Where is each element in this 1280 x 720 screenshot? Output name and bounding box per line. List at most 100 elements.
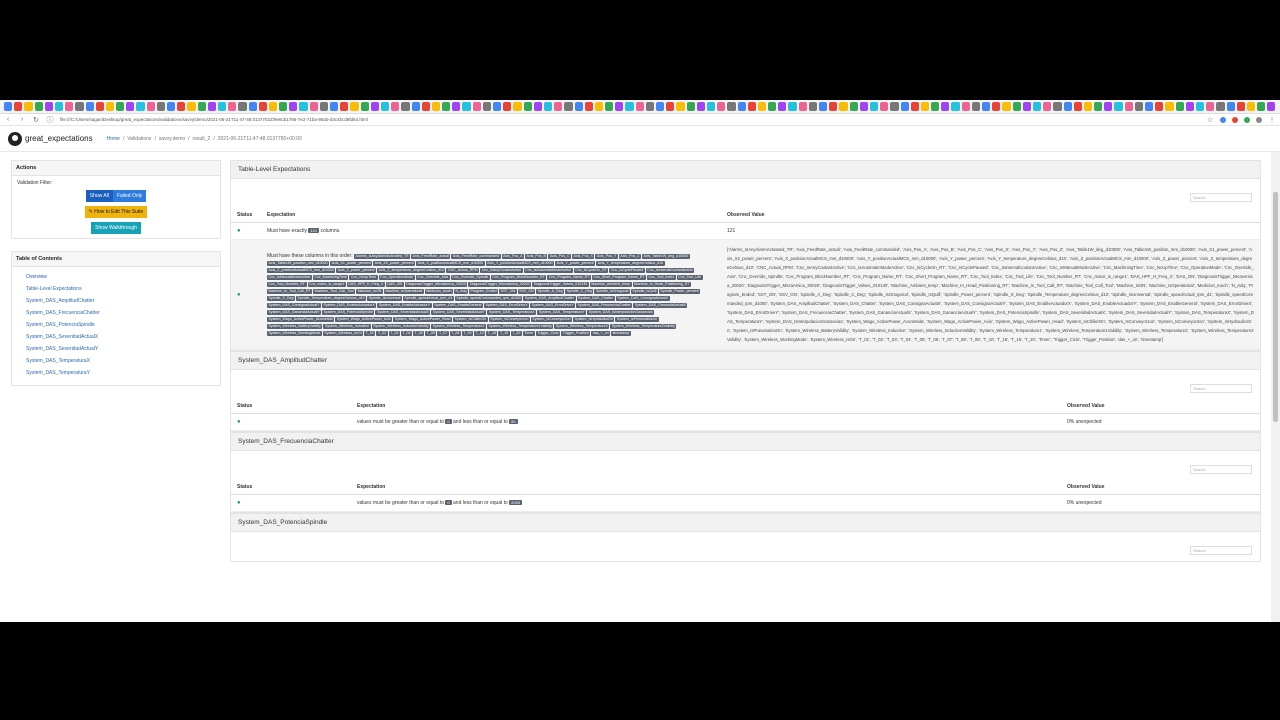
bookmark-icon[interactable] bbox=[1216, 102, 1225, 111]
toc-item[interactable]: System_DAS_TemperaturaX bbox=[16, 355, 216, 367]
bookmark-icon[interactable] bbox=[1175, 102, 1184, 111]
bookmark-icon[interactable] bbox=[14, 102, 23, 111]
bookmark-icon[interactable] bbox=[105, 102, 115, 111]
info-icon[interactable]: ⓘ bbox=[46, 115, 54, 125]
bookmark-icon[interactable] bbox=[462, 102, 471, 111]
bookmark-icon[interactable] bbox=[482, 102, 491, 111]
bookmark-icon[interactable] bbox=[380, 102, 390, 111]
bookmark-icon[interactable] bbox=[1073, 102, 1082, 111]
expectation-header[interactable]: Expectation bbox=[351, 399, 1061, 414]
bookmark-icon[interactable] bbox=[676, 102, 685, 111]
breadcrumb-item[interactable]: 2021-06-21T11:47:48.0137780+00:00 bbox=[218, 136, 302, 142]
bookmark-icon[interactable] bbox=[54, 102, 64, 111]
bookmark-icon[interactable] bbox=[523, 102, 532, 111]
bookmark-icon[interactable] bbox=[75, 102, 84, 111]
bookmark-icon[interactable] bbox=[299, 102, 308, 111]
bookmark-icon[interactable] bbox=[910, 102, 919, 111]
failed-only-button[interactable]: Failed Only bbox=[112, 190, 147, 202]
bookmark-icon[interactable] bbox=[248, 102, 257, 111]
bookmark-icon[interactable] bbox=[1002, 102, 1011, 111]
bookmark-icon[interactable] bbox=[859, 102, 868, 111]
bookmark-icon[interactable] bbox=[85, 102, 94, 111]
bookmark-icon[interactable] bbox=[24, 102, 33, 111]
bookmark-icon[interactable] bbox=[503, 102, 512, 111]
observed-header[interactable]: Observed Value bbox=[1061, 480, 1260, 495]
bookmark-icon[interactable] bbox=[829, 102, 838, 111]
toc-item[interactable]: Table-Level Expectations bbox=[16, 283, 216, 295]
bookmark-icon[interactable] bbox=[1053, 102, 1062, 111]
bookmark-icon[interactable] bbox=[34, 102, 43, 111]
bookmark-icon[interactable] bbox=[890, 102, 899, 111]
expectation-header[interactable]: Expectation bbox=[351, 480, 1061, 495]
observed-header[interactable]: Observed Value bbox=[1061, 399, 1260, 414]
bookmark-icon[interactable] bbox=[941, 102, 950, 111]
bookmark-icon[interactable] bbox=[1145, 102, 1154, 111]
bookmark-icon[interactable] bbox=[880, 102, 889, 111]
bookmark-icon[interactable] bbox=[116, 102, 125, 111]
bookmark-icon[interactable] bbox=[706, 102, 716, 111]
status-header[interactable]: Status bbox=[231, 399, 351, 414]
expectation-header[interactable]: Expectation bbox=[261, 208, 721, 223]
bookmark-icon[interactable] bbox=[635, 102, 644, 111]
bookmark-icon[interactable] bbox=[217, 102, 227, 111]
bookmark-icon[interactable] bbox=[645, 102, 654, 111]
bookmark-icon[interactable] bbox=[279, 102, 288, 111]
extension-icon[interactable] bbox=[1220, 116, 1226, 123]
bookmark-icon[interactable] bbox=[839, 102, 848, 111]
toc-item[interactable]: System_DAS_TemperaturaY bbox=[16, 367, 216, 379]
bookmark-icon[interactable] bbox=[289, 102, 298, 111]
bookmark-icon[interactable] bbox=[360, 102, 369, 111]
bookmark-icon[interactable] bbox=[554, 102, 563, 111]
bookmark-icon[interactable] bbox=[1257, 102, 1266, 111]
back-icon[interactable]: ‹ bbox=[4, 116, 12, 123]
bookmark-icon[interactable] bbox=[666, 102, 675, 111]
scrollbar[interactable] bbox=[1271, 152, 1280, 622]
bookmark-icon[interactable] bbox=[1206, 102, 1215, 111]
bookmark-icon[interactable] bbox=[442, 102, 451, 111]
search-input[interactable]: Search bbox=[1190, 465, 1252, 474]
breadcrumb-item[interactable]: Validations bbox=[127, 136, 151, 142]
search-input[interactable]: Search bbox=[1190, 384, 1252, 393]
bookmark-icon[interactable] bbox=[1032, 102, 1042, 111]
bookmark-icon[interactable] bbox=[757, 102, 767, 111]
bookmark-icon[interactable] bbox=[747, 102, 756, 111]
extension-icon[interactable] bbox=[1232, 116, 1238, 123]
extension-icon[interactable] bbox=[1244, 116, 1250, 123]
bookmark-icon[interactable] bbox=[513, 102, 522, 111]
bookmark-icon[interactable] bbox=[1165, 102, 1174, 111]
bookmark-icon[interactable] bbox=[4, 102, 13, 111]
bookmark-icon[interactable] bbox=[167, 102, 176, 111]
toc-item[interactable]: System_DAS_AmplitudChatter bbox=[16, 295, 216, 307]
profile-icon[interactable] bbox=[1256, 116, 1262, 123]
bookmark-icon[interactable] bbox=[961, 102, 970, 111]
bookmark-icon[interactable] bbox=[1226, 102, 1235, 111]
breadcrumb-item[interactable]: savvy.demo bbox=[159, 136, 185, 142]
bookmark-icon[interactable] bbox=[605, 102, 614, 111]
bookmark-icon[interactable] bbox=[900, 102, 909, 111]
bookmark-icon[interactable] bbox=[819, 102, 828, 111]
status-header[interactable]: Status bbox=[231, 480, 351, 495]
breadcrumb-item[interactable]: result_2 bbox=[193, 136, 211, 142]
star-icon[interactable]: ☆ bbox=[1206, 116, 1214, 124]
search-input[interactable]: Search bbox=[1190, 193, 1252, 202]
bookmark-icon[interactable] bbox=[411, 102, 420, 111]
bookmark-icon[interactable] bbox=[238, 102, 247, 111]
bookmark-icon[interactable] bbox=[1083, 102, 1093, 111]
bookmark-icon[interactable] bbox=[727, 102, 736, 111]
bookmark-icon[interactable] bbox=[1236, 102, 1245, 111]
toc-item[interactable]: System_DAS_SeveridadActualX bbox=[16, 331, 216, 343]
bookmark-icon[interactable] bbox=[187, 102, 196, 111]
url-input[interactable]: file:///C:/Users/sagan/Desktop/great_exp… bbox=[60, 117, 1200, 122]
reload-icon[interactable]: ↻ bbox=[32, 116, 40, 124]
bookmark-icon[interactable] bbox=[1246, 102, 1256, 111]
bookmark-icon[interactable] bbox=[1022, 102, 1031, 111]
bookmark-icon[interactable] bbox=[126, 102, 135, 111]
bookmark-icon[interactable] bbox=[370, 102, 379, 111]
bookmark-icon[interactable] bbox=[156, 102, 165, 111]
bookmark-icon[interactable] bbox=[1267, 102, 1276, 111]
scroll-thumb[interactable] bbox=[1273, 192, 1278, 422]
bookmark-icon[interactable] bbox=[951, 102, 960, 111]
bookmark-icon[interactable] bbox=[788, 102, 797, 111]
bookmark-icon[interactable] bbox=[574, 102, 583, 111]
bookmark-icon[interactable] bbox=[330, 102, 339, 111]
